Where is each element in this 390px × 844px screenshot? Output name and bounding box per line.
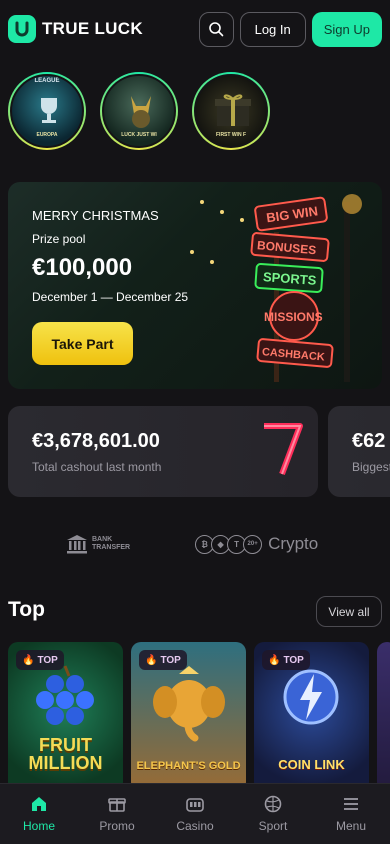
fire-icon: 🔥: [22, 654, 35, 666]
section-title-top: Top: [8, 598, 45, 621]
neon-seven-icon: [264, 423, 303, 476]
story-item[interactable]: FIRST WIN F: [192, 72, 270, 150]
game-title: COIN LINK: [278, 757, 345, 772]
bank-icon: [67, 535, 87, 554]
grapes-icon: [36, 665, 94, 725]
story-item[interactable]: LEAGUE EUROPA: [8, 72, 86, 150]
lightning-coin-icon: [283, 669, 339, 725]
stat-amount: €3,678,601.00: [32, 430, 160, 452]
payment-methods: BANK TRANSFER ₿ ◆ T 20+ Crypto: [8, 524, 382, 564]
top-badge: 🔥 TOP: [262, 650, 310, 670]
banner-prize-amount: €100,000: [32, 254, 133, 281]
gift-icon: [215, 94, 251, 126]
stat-amount: €62: [352, 430, 386, 452]
login-button[interactable]: Log In: [239, 11, 306, 47]
story-caption: FIRST WIN F: [216, 132, 246, 138]
brand-name: TRUE LUCK: [42, 19, 143, 38]
ball-icon: [264, 795, 282, 813]
anubis-icon: [131, 96, 151, 128]
game-title: ELEPHANT'S GOLD: [136, 760, 241, 772]
nav-home[interactable]: Home: [0, 784, 78, 844]
nav-promo[interactable]: Promo: [78, 784, 156, 844]
nav-sport[interactable]: Sport: [234, 784, 312, 844]
top-badge: 🔥 TOP: [139, 650, 187, 670]
stats-carousel[interactable]: €3,678,601.00 Total cashout last month €…: [8, 406, 390, 497]
story-top-label: LEAGUE: [34, 78, 60, 84]
crypto-logo: ₿ ◆ T 20+ Crypto: [195, 534, 319, 554]
stat-label: Total cashout last month: [32, 460, 162, 474]
stat-card: €3,678,601.00 Total cashout last month: [8, 406, 318, 497]
bank-line2: TRANSFER: [92, 544, 131, 551]
story-caption: EUROPA: [36, 132, 58, 138]
banner-subtitle: Prize pool: [32, 232, 86, 246]
search-button[interactable]: [198, 11, 234, 47]
game-title: FRUIT MILLION: [28, 735, 103, 773]
brand-logo[interactable]: TRUE LUCK: [8, 15, 143, 43]
sign-missions: MISSIONS: [264, 310, 323, 324]
casino-home-page: TRUE LUCK Log In Sign Up LEAGUE EUROPA L…: [0, 0, 390, 844]
nav-menu[interactable]: Menu: [312, 784, 390, 844]
games-carousel[interactable]: 🔥 TOP FRUIT MILLION 🔥 TOP ELEPHANT'S GOLD …: [8, 642, 390, 792]
gift-icon: [108, 798, 126, 812]
banner-dates: December 1 — December 25: [32, 290, 189, 304]
hamburger-icon: [344, 798, 358, 810]
search-icon: [209, 22, 224, 37]
stat-card: €62 Biggest: [328, 406, 390, 497]
story-item[interactable]: LUCK JUST WI: [100, 72, 178, 150]
stories-row: LEAGUE EUROPA LUCK JUST WI FIRST WIN F: [8, 72, 270, 150]
nav-casino[interactable]: Casino: [156, 784, 234, 844]
trophy-icon: [41, 98, 57, 123]
more-coins-badge: 20+: [243, 534, 263, 554]
home-icon: [32, 797, 46, 811]
slot-machine-icon: [186, 798, 204, 812]
game-tile[interactable]: 🔥 TOP FRUIT MILLION: [8, 642, 123, 792]
app-header: TRUE LUCK Log In Sign Up: [0, 0, 390, 58]
story-caption: LUCK JUST WI: [121, 132, 157, 138]
fire-icon: 🔥: [268, 654, 281, 666]
fire-icon: 🔥: [145, 654, 158, 666]
promo-banner[interactable]: BIG WIN BONUSES SPORTS MISSIONS CASHBACK…: [8, 182, 382, 389]
bank-transfer-logo: BANK TRANSFER: [66, 534, 130, 554]
top-badge: 🔥 TOP: [16, 650, 64, 670]
game-tile[interactable]: [377, 642, 390, 792]
signpost-illustration: BIG WIN BONUSES SPORTS MISSIONS CASHBACK: [190, 194, 362, 382]
game-tile[interactable]: 🔥 TOP ELEPHANT'S GOLD: [131, 642, 246, 792]
bank-line1: BANK: [92, 536, 113, 543]
bottom-navigation: Home Promo Casino Sport Menu: [0, 783, 390, 844]
crypto-label: Crypto: [268, 534, 319, 553]
banner-kicker: MERRY CHRISTMAS: [32, 208, 159, 223]
signup-button[interactable]: Sign Up: [311, 11, 382, 47]
stat-label: Biggest: [352, 460, 390, 474]
take-part-button[interactable]: Take Part: [32, 322, 133, 365]
horseshoe-icon: [8, 15, 36, 43]
game-tile[interactable]: 🔥 TOP COIN LINK: [254, 642, 369, 792]
elephant-icon: [153, 666, 225, 742]
view-all-button[interactable]: View all: [316, 596, 382, 627]
